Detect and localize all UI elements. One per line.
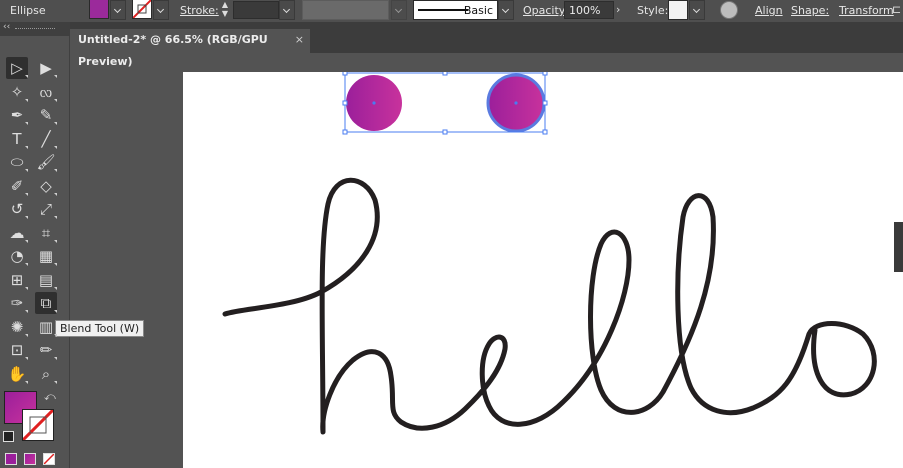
style-dropdown[interactable] — [689, 0, 705, 20]
stroke-weight-input[interactable] — [233, 1, 279, 19]
scale-tool-icon[interactable]: ⤢ — [35, 198, 57, 220]
shape-button[interactable]: Shape: — [791, 4, 829, 17]
stroke-weight-stepper-icon[interactable]: ▲ ▼ — [219, 0, 231, 20]
pen-tool-icon[interactable]: ✒ — [6, 104, 28, 126]
stroke-swatch-large[interactable] — [22, 409, 54, 441]
symbol-sprayer-tool-icon[interactable]: ✺ — [6, 316, 28, 338]
brush-definition-label: Basic — [463, 4, 493, 17]
recolor-artwork-icon[interactable] — [720, 1, 738, 19]
eraser-tool-icon[interactable]: ◇ — [35, 175, 57, 197]
document-tab[interactable]: Untitled-2* @ 66.5% (RGB/GPU Preview) × — [70, 29, 310, 68]
paintbrush-tool-icon[interactable]: 🖌 — [35, 151, 57, 173]
stroke-color-swatch[interactable] — [132, 0, 152, 19]
slice-tool-icon[interactable]: ✏ — [35, 339, 57, 361]
magic-wand-tool-icon[interactable]: ✧ — [6, 81, 28, 103]
rotate-tool-icon[interactable]: ↺ — [6, 198, 28, 220]
direct-selection-tool-icon[interactable]: ▶ — [35, 57, 57, 79]
document-tab-title: Untitled-2* @ 66.5% (RGB/GPU Preview) — [78, 33, 268, 68]
blend-tool-icon[interactable]: ⧉ — [35, 292, 57, 314]
shape-builder-tool-icon[interactable]: ◔ — [6, 245, 28, 267]
fill-dropdown[interactable] — [110, 0, 126, 20]
perspective-grid-tool-icon[interactable]: ▦ — [35, 245, 57, 267]
mesh-tool-icon[interactable]: ⊞ — [6, 269, 28, 291]
more-options-icon[interactable]: ⊏ — [892, 3, 901, 16]
opacity-input[interactable]: 100% — [564, 1, 614, 19]
color-mode-icon[interactable] — [5, 453, 17, 465]
selection-type-label: Ellipse — [10, 4, 46, 17]
panel-grip-icon[interactable] — [15, 28, 55, 31]
hand-tool-icon[interactable]: ✋ — [6, 363, 28, 385]
style-label: Style: — [637, 4, 669, 17]
left-circle-center-point — [372, 101, 376, 105]
selection-tool-icon[interactable]: ▷ — [6, 57, 28, 79]
right-circle-center-point — [514, 101, 518, 105]
variable-width-profile[interactable] — [302, 0, 389, 20]
opacity-arrow-icon[interactable]: › — [616, 3, 628, 16]
fill-color-swatch[interactable] — [89, 0, 109, 19]
type-tool-icon[interactable]: T — [6, 128, 28, 150]
free-transform-tool-icon[interactable]: ⌗ — [35, 222, 57, 244]
blend-tool-tooltip: Blend Tool (W) — [55, 320, 145, 337]
stroke-dropdown[interactable] — [153, 0, 169, 20]
brush-dropdown[interactable] — [498, 0, 514, 20]
lasso-tool-icon[interactable]: ᦟ — [35, 81, 57, 103]
gradient-mode-icon[interactable] — [24, 453, 36, 465]
transform-button[interactable]: Transform — [839, 4, 894, 17]
warp-tool-icon[interactable]: ☁ — [6, 222, 28, 244]
eyedropper-tool-icon[interactable]: ✑ — [6, 292, 28, 314]
default-fill-stroke-icon[interactable] — [3, 431, 14, 442]
ellipse-tool-icon[interactable]: ⬭ — [6, 151, 28, 173]
gradient-tool-icon[interactable]: ▤ — [35, 269, 57, 291]
align-button[interactable]: Align — [755, 4, 783, 17]
stroke-weight-dropdown[interactable] — [279, 0, 295, 20]
right-panel-collapsed[interactable] — [894, 222, 903, 272]
artwork[interactable] — [183, 72, 903, 468]
artboard[interactable] — [183, 72, 903, 468]
column-graph-tool-icon[interactable]: ▥ — [35, 316, 57, 338]
curvature-tool-icon[interactable]: ✎ — [35, 104, 57, 126]
line-segment-tool-icon[interactable]: ╱ — [35, 128, 57, 150]
opacity-label[interactable]: Opacity: — [523, 4, 568, 17]
none-mode-icon[interactable] — [43, 453, 55, 465]
artboard-tool-icon[interactable]: ⊡ — [6, 339, 28, 361]
stroke-label[interactable]: Stroke: — [180, 4, 219, 17]
hello-script-path[interactable] — [222, 177, 877, 435]
collapse-panel-icon[interactable]: ‹‹ — [3, 22, 10, 32]
graphic-style-swatch[interactable] — [668, 0, 688, 20]
tools-panel-header: ‹‹ — [0, 22, 70, 36]
zoom-tool-icon[interactable]: ⌕ — [35, 363, 57, 385]
profile-dropdown[interactable] — [391, 0, 407, 20]
control-bar: Ellipse Stroke: ▲ ▼ Basic Opacity: 100% ›… — [0, 0, 903, 23]
brush-definition[interactable]: Basic — [413, 0, 498, 20]
close-tab-icon[interactable]: × — [295, 29, 304, 51]
swap-fill-stroke-icon[interactable]: ⤺ — [44, 390, 56, 404]
shaper-tool-icon[interactable]: ✐ — [6, 175, 28, 197]
